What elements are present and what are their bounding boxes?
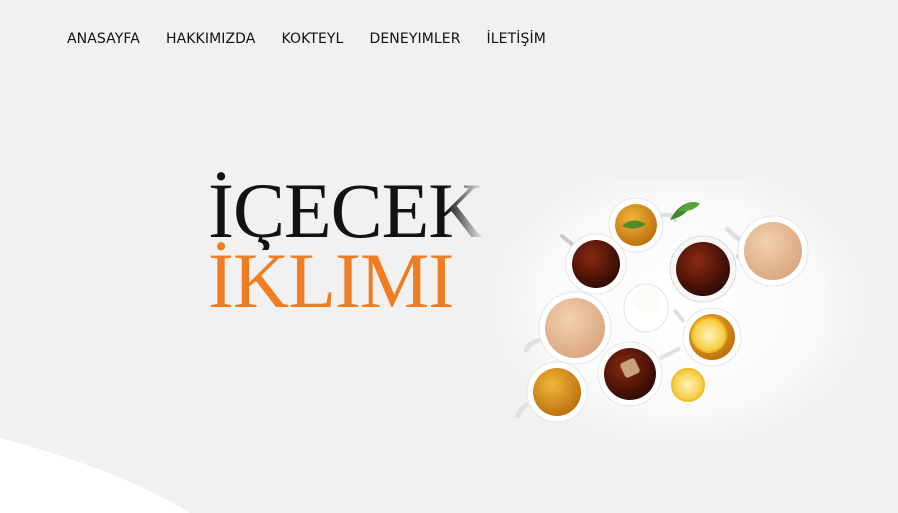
hero-title-line1: İÇECEK	[208, 167, 485, 254]
tea-cups-image	[500, 180, 865, 440]
hero-title-line2: İKLIMI	[208, 237, 454, 324]
hero-title: İÇECEK İKLIMI	[208, 167, 485, 324]
nav-item-hakkimizda[interactable]: HAKKIMIZDA	[166, 30, 256, 48]
nav-item-deneyimler[interactable]: DENEYIMLER	[369, 30, 460, 48]
nav-item-anasayfa[interactable]: ANASAYFA	[67, 30, 140, 48]
nav-item-iletisim[interactable]: İLETİŞİM	[487, 30, 546, 48]
main-nav: ANASAYFA HAKKIMIZDA KOKTEYL DENEYIMLER İ…	[67, 30, 546, 48]
nav-item-kokteyl[interactable]: KOKTEYL	[281, 30, 343, 48]
